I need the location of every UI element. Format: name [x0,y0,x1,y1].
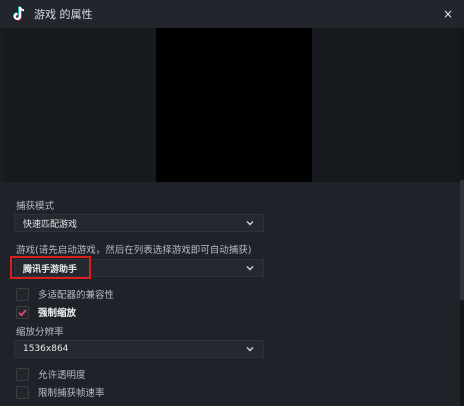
force-scale-checkbox[interactable] [16,305,29,319]
limit-capture-rate-label: 限制捕获帧速率 [38,388,105,399]
allow-transparency-checkbox[interactable] [16,367,29,381]
checkmark-icon [18,308,27,317]
game-value: 腾讯手游助手 [23,264,78,275]
douyin-logo-icon [13,6,25,21]
force-scale-label: 强制缩放 [38,308,77,319]
close-icon: × [442,7,454,21]
chevron-down-icon [246,266,254,271]
game-select[interactable]: 腾讯手游助手 [14,259,264,277]
limit-capture-rate-checkbox[interactable] [16,385,29,399]
capture-mode-select[interactable]: 快速匹配游戏 [14,214,264,232]
allow-transparency-label: 允许透明度 [38,370,86,381]
multi-adapter-checkbox[interactable] [16,287,29,301]
allow-transparency-row[interactable]: 允许透明度 [16,366,86,382]
window-title: 游戏 的属性 [34,8,93,21]
capture-mode-value: 快速匹配游戏 [23,219,78,230]
scale-resolution-select[interactable]: 1536x864 [14,340,264,358]
game-label: 游戏(请先启动游戏，然后在列表选择游戏即可自动捕获) [16,245,252,256]
chevron-down-icon [246,347,254,352]
scrollbar-thumb[interactable] [460,180,464,300]
multi-adapter-label: 多适配器的兼容性 [38,290,115,301]
scale-resolution-value: 1536x864 [23,344,69,354]
capture-mode-label: 捕获模式 [16,201,55,212]
force-scale-row[interactable]: 强制缩放 [16,304,76,320]
source-preview [4,28,460,182]
close-button[interactable]: × [440,6,456,22]
title-bar: 游戏 的属性 × [0,0,464,29]
chevron-down-icon [246,221,254,226]
limit-capture-rate-row[interactable]: 限制捕获帧速率 [16,384,105,400]
preview-video [156,28,312,182]
multi-adapter-row[interactable]: 多适配器的兼容性 [16,286,114,302]
scale-resolution-label: 缩放分辨率 [16,327,64,338]
